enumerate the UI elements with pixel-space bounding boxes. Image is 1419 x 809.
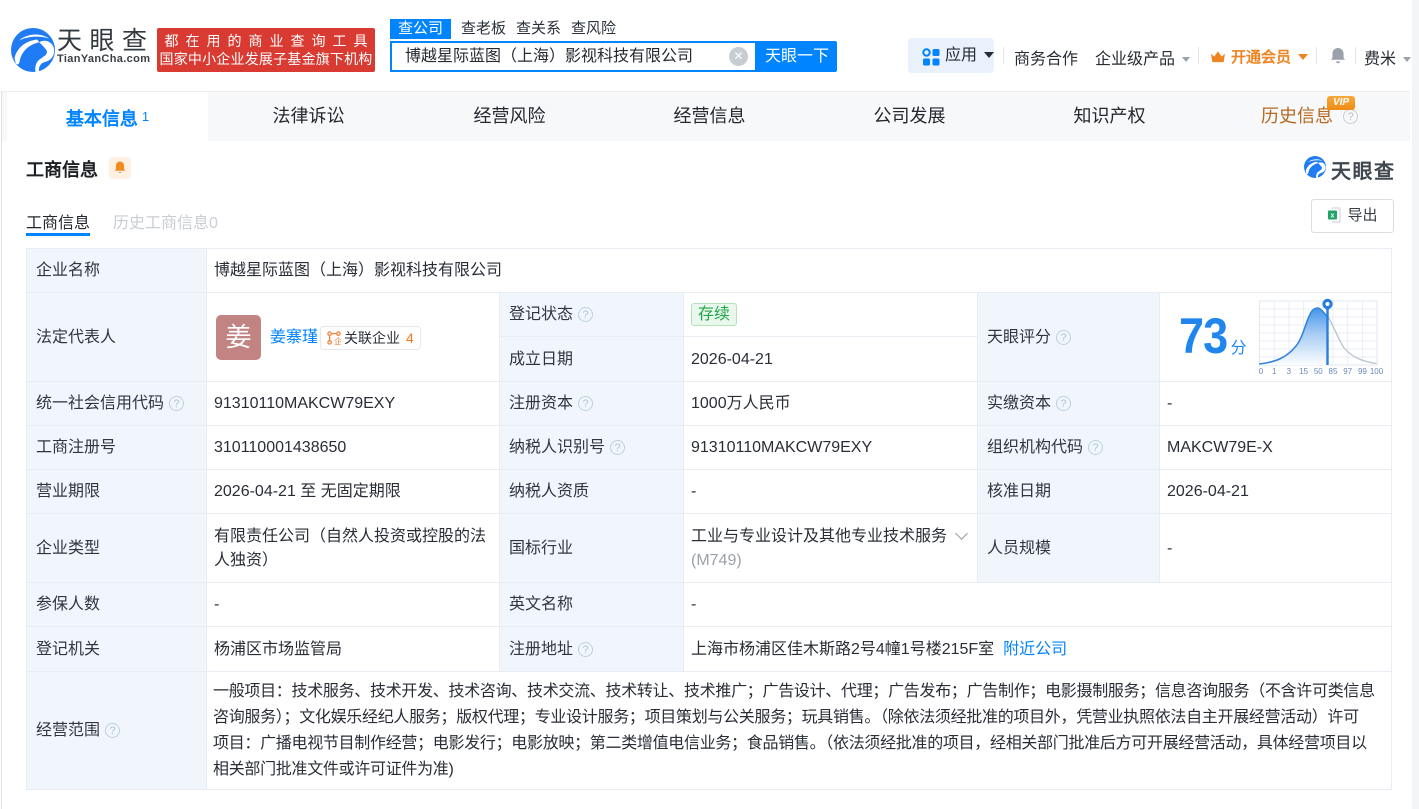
svg-text:99: 99 [1358,367,1367,376]
svg-text:97: 97 [1343,367,1352,376]
svg-text:85: 85 [1329,367,1338,376]
svg-text:100: 100 [1370,367,1384,376]
svg-text:50: 50 [1314,367,1323,376]
svg-text:企: 企 [334,337,341,346]
svg-text:0: 0 [1259,367,1264,376]
svg-text:3: 3 [1287,367,1292,376]
svg-text:x: x [1331,213,1335,220]
svg-text:1: 1 [1272,367,1277,376]
svg-text:15: 15 [1299,367,1308,376]
